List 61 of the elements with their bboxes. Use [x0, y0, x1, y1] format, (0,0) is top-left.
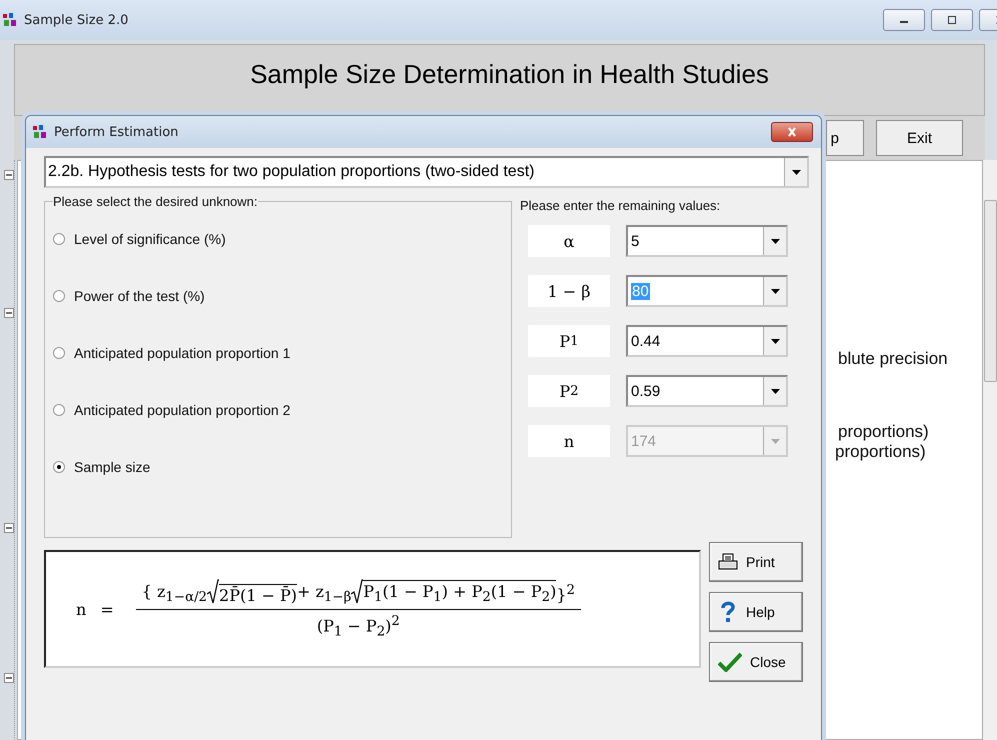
- maximize-button[interactable]: [931, 9, 973, 31]
- dropdown-arrow-icon: [770, 238, 780, 244]
- print-button[interactable]: Print: [709, 542, 803, 582]
- toolbar-button[interactable]: Exit: [876, 120, 963, 156]
- scrollbar[interactable]: [983, 160, 997, 740]
- app-heading: Sample Size Determination in Health Studies: [250, 59, 769, 90]
- close-button[interactable]: Close: [709, 642, 803, 682]
- value-dropdown[interactable]: 0.44: [626, 325, 788, 357]
- value-dropdown[interactable]: 0.59: [626, 375, 788, 407]
- value-dropdown[interactable]: 5: [626, 225, 788, 257]
- close-button[interactable]: [771, 122, 813, 142]
- app-icon: [2, 12, 18, 28]
- radio-button[interactable]: [53, 290, 65, 302]
- radio-button[interactable]: [53, 404, 65, 416]
- content-text: blute precision: [838, 349, 948, 369]
- formula-text: + z$_{1−β}$: [297, 582, 352, 605]
- dropdown-arrow-icon: [770, 438, 780, 444]
- parameter-symbol: α: [528, 225, 610, 257]
- checkmark-icon: [718, 652, 742, 672]
- collapse-icon[interactable]: [4, 673, 14, 683]
- app-icon: [32, 124, 48, 140]
- radical-sign-icon: [207, 578, 220, 605]
- radio-label[interactable]: Power of the test (%): [74, 288, 205, 304]
- formula-text: }$^{2}$: [556, 583, 576, 605]
- formula-text: P$_{1}$(1 − P$_{1}$) + P$_{2}$(1 − P$_{2}$): [363, 580, 556, 605]
- group-legend: Please select the desired unknown:: [53, 194, 258, 209]
- collapse-icon[interactable]: [4, 308, 14, 318]
- collapse-icon[interactable]: [4, 523, 14, 533]
- toolbar-button[interactable]: p: [826, 120, 864, 156]
- values-heading: Please enter the remaining values:: [520, 198, 722, 213]
- formula-text: =: [100, 600, 114, 618]
- dropdown-arrow-icon: [792, 170, 800, 174]
- dropdown-arrow-icon: [770, 288, 780, 294]
- maximize-icon: [946, 15, 958, 25]
- radio-label[interactable]: Level of significance (%): [74, 231, 226, 247]
- scroll-thumb[interactable]: [984, 200, 997, 382]
- dropdown-arrow-icon: [770, 388, 780, 394]
- radio-button[interactable]: [53, 347, 65, 359]
- radio-label[interactable]: Sample size: [74, 459, 150, 475]
- printer-icon: [718, 553, 738, 571]
- dialog-title: Perform Estimation: [54, 124, 178, 140]
- parameter-symbol: 1 − β: [528, 275, 610, 307]
- collapse-icon[interactable]: [4, 170, 14, 180]
- radio-button[interactable]: [53, 461, 65, 473]
- parameter-symbol: n: [528, 425, 610, 457]
- radical-sign-icon: [351, 578, 364, 605]
- content-text: proportions): [838, 422, 930, 442]
- help-button[interactable]: Help: [709, 592, 803, 632]
- formula-text: { z$_{1−α/2}$: [142, 582, 208, 605]
- formula-text: 2P̄(1 − P̄): [219, 584, 297, 605]
- close-icon: [786, 127, 798, 137]
- window-title: Sample Size 2.0: [24, 12, 128, 28]
- content-text: proportions): [835, 442, 927, 462]
- method-dropdown[interactable]: 2.2b. Hypothesis tests for two population proportions (two-sided test): [44, 156, 809, 188]
- minimize-button[interactable]: [883, 9, 925, 31]
- radio-button[interactable]: [53, 233, 65, 245]
- dropdown-arrow-icon: [770, 338, 780, 344]
- radio-label[interactable]: Anticipated population proportion 1: [74, 345, 290, 361]
- formula-text: (P$_{1}$ − P$_{2}$)$^{2}$: [316, 612, 400, 640]
- formula-text: n: [76, 600, 86, 618]
- radio-label[interactable]: Anticipated population proportion 2: [74, 402, 290, 418]
